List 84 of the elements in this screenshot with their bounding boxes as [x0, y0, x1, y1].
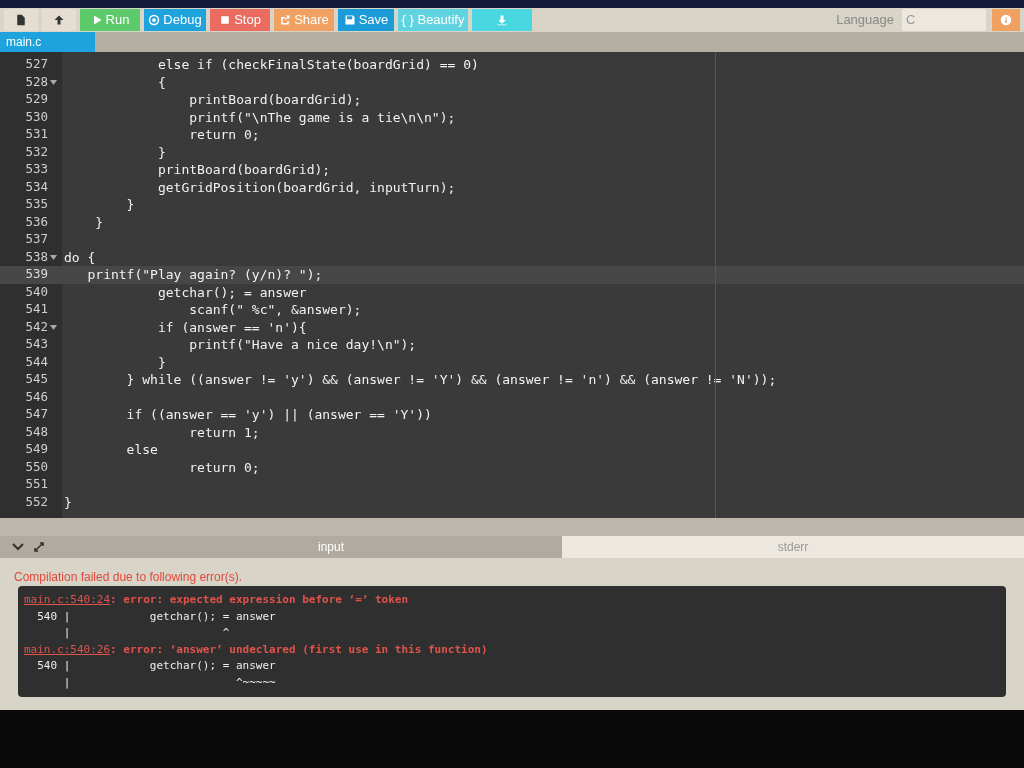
- code-line: }: [156, 143, 166, 162]
- debug-icon: [148, 14, 161, 26]
- code-line: }: [156, 353, 166, 372]
- debug-button[interactable]: Debug: [144, 9, 206, 31]
- code-line: if ((answer == 'y') || (answer == 'Y')): [125, 406, 432, 424]
- code-line: printBoard(boardGrid);: [188, 91, 362, 109]
- save-button[interactable]: Save: [338, 9, 394, 31]
- new-file-icon: [15, 14, 27, 26]
- code-line: if (answer == 'n'){: [156, 318, 307, 337]
- language-label: Language: [836, 11, 894, 30]
- error-location-link[interactable]: main.c:540:26: [24, 641, 111, 658]
- line-number: 531: [25, 125, 48, 144]
- line-number: 529: [25, 90, 48, 109]
- line-number: 549: [25, 440, 48, 459]
- line-number: 527: [25, 55, 48, 74]
- error-source-line: | ^~~~~~: [62, 675, 276, 689]
- expand-icon[interactable]: [34, 542, 44, 552]
- code-line: }: [64, 493, 72, 512]
- line-number: 528: [25, 72, 48, 91]
- output-tab[interactable]: input: [100, 536, 562, 558]
- error-text: : error: ‘answer’ undeclared (first use in this function): [110, 641, 488, 658]
- upload-button[interactable]: [42, 9, 76, 31]
- line-number: 551: [25, 475, 48, 494]
- code-line: getchar(); = answer: [156, 283, 307, 302]
- error-location-link[interactable]: main.c:540:24: [24, 592, 111, 609]
- code-line: scanf(" %c", &answer);: [188, 301, 362, 319]
- line-number: 544: [25, 352, 48, 371]
- code-line: }: [94, 213, 104, 232]
- chevron-down-icon[interactable]: [12, 543, 24, 551]
- stop-button[interactable]: Stop: [210, 9, 270, 31]
- share-button[interactable]: Share: [274, 9, 334, 31]
- code-line: printf("\nThe game is a tie\n\n");: [188, 108, 456, 127]
- new-file-button[interactable]: [4, 9, 38, 31]
- line-number: 539: [25, 265, 48, 284]
- stop-icon: [219, 14, 232, 26]
- line-number: 543: [25, 335, 48, 354]
- code-line: return 1;: [188, 423, 260, 442]
- upload-icon: [53, 14, 65, 26]
- run-button[interactable]: Run: [80, 9, 140, 31]
- line-number: 538: [25, 247, 48, 266]
- code-line: printf("Play again? (y/n)? ");: [86, 266, 323, 284]
- code-line: printBoard(boardGrid);: [156, 161, 331, 179]
- line-number: 530: [25, 107, 48, 126]
- save-icon: [343, 14, 356, 26]
- fold-arrow-icon[interactable]: [50, 324, 57, 330]
- fold-arrow-icon[interactable]: [50, 254, 57, 260]
- code-line: printf("Have a nice day!\n");: [188, 336, 417, 354]
- line-number: 536: [25, 212, 48, 231]
- code-line: getGridPosition(boardGrid, inputTurn);: [156, 178, 456, 197]
- error-source-line: 540 | getchar(); = answer: [36, 609, 276, 623]
- code-line: return 0;: [188, 126, 260, 144]
- error-message: Compilation failed due to following error(s).: [14, 570, 243, 584]
- code-line: else if (checkFinalState(boardGrid) == 0): [156, 56, 479, 74]
- share-icon: [279, 14, 292, 26]
- download-icon: [496, 14, 508, 26]
- line-number: 548: [25, 422, 48, 441]
- line-number: 532: [25, 142, 48, 161]
- line-number: 545: [25, 370, 48, 389]
- fold-arrow-icon[interactable]: [50, 79, 57, 85]
- editor-scrollbar[interactable]: [0, 518, 1024, 536]
- line-number: 541: [25, 300, 48, 319]
- code-line: {: [156, 73, 166, 92]
- line-number: 537: [25, 230, 48, 249]
- output-tab[interactable]: stderr: [562, 536, 1024, 558]
- info-icon: [1000, 14, 1012, 26]
- line-number: 540: [25, 282, 48, 301]
- code-line: return 0;: [188, 458, 260, 477]
- language-dropdown[interactable]: C: [902, 9, 986, 31]
- code-line: else: [125, 441, 158, 459]
- line-number: 542: [25, 317, 48, 336]
- line-number: 550: [25, 457, 48, 476]
- line-number: 534: [25, 177, 48, 196]
- error-source-line: 540 | getchar(); = answer: [36, 659, 276, 672]
- line-number: 546: [25, 387, 48, 406]
- file-tab[interactable]: main.c: [0, 32, 95, 52]
- line-number: 552: [25, 492, 48, 511]
- beautify-button[interactable]: { } Beautify: [398, 9, 468, 31]
- line-number: 547: [25, 405, 48, 424]
- line-number: 533: [25, 160, 48, 179]
- error-source-line: | ^: [62, 626, 230, 639]
- code-line: do {: [64, 248, 96, 267]
- line-number: 535: [25, 195, 48, 214]
- code-line: }: [125, 196, 135, 214]
- error-text: : error: expected expression before ‘=’ token: [110, 592, 409, 608]
